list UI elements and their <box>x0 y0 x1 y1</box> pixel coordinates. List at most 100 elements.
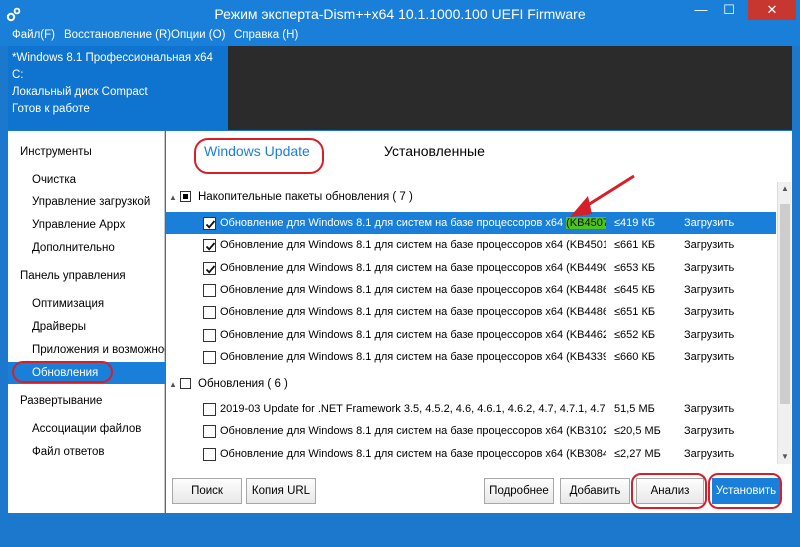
row-checkbox[interactable] <box>203 283 216 297</box>
row-checkbox[interactable] <box>203 261 216 275</box>
menu-options[interactable]: Опции (O) <box>171 29 225 41</box>
update-row[interactable]: Обновление для Windows 8.1 для систем на… <box>166 279 776 301</box>
menu-help[interactable]: Справка (H) <box>234 29 298 41</box>
sidebar-item-boot-manager[interactable]: Управление загрузкой <box>8 191 165 213</box>
collapse-icon[interactable]: ▲ <box>169 380 177 389</box>
disk-name: Локальный диск Compact <box>12 86 148 98</box>
update-row[interactable]: Обновление для Windows 8.1 для систем на… <box>166 346 776 368</box>
close-button[interactable]: ✕ <box>748 0 796 20</box>
image-info-panel[interactable]: *Windows 8.1 Профессиональная x64 C: Лок… <box>8 46 228 130</box>
update-size: ≤645 КБ <box>614 283 656 296</box>
download-link[interactable]: Загрузить <box>684 346 734 368</box>
update-title: 2019-03 Update for .NET Framework 3.5, 4… <box>220 403 606 415</box>
search-button[interactable]: Поиск <box>172 478 242 504</box>
update-row[interactable]: Обновление для Windows 8.1 для систем на… <box>166 301 776 323</box>
download-link[interactable]: Загрузить <box>684 324 734 346</box>
details-button[interactable]: Подробнее <box>484 478 554 504</box>
scroll-up-icon[interactable]: ▲ <box>778 182 792 196</box>
update-name: Обновление для Windows 8.1 для систем на… <box>220 257 606 279</box>
sidebar-item-answer-file[interactable]: Файл ответов <box>8 441 165 463</box>
update-size: ≤2,27 МБ <box>614 447 661 460</box>
scroll-thumb[interactable] <box>780 204 790 404</box>
update-name: Обновление для Windows 8.1 для систем на… <box>220 279 606 301</box>
annotation-highlight-analyze <box>631 473 707 509</box>
menu-file[interactable]: Файл(F) <box>12 29 55 41</box>
check-icon <box>205 265 216 274</box>
row-checkbox[interactable] <box>203 217 216 230</box>
download-link[interactable]: Загрузить <box>684 301 734 323</box>
update-size: ≤660 КБ <box>614 350 656 363</box>
update-title: Обновление для Windows 8.1 для систем на… <box>220 306 606 319</box>
update-size: ≤20,5 МБ <box>614 425 661 438</box>
minimize-button[interactable]: — <box>688 0 714 20</box>
update-title: Обновление для Windows 8.1 для систем на… <box>220 283 606 296</box>
update-row[interactable]: 2019-03 Update for .NET Framework 3.5, 4… <box>166 398 776 420</box>
copy-url-button[interactable]: Копия URL <box>246 478 316 504</box>
session-area <box>228 46 792 130</box>
update-row[interactable]: Обновление для Windows 8.1 для систем на… <box>166 212 776 234</box>
annotation-highlight-install <box>708 473 782 509</box>
download-link[interactable]: Загрузить <box>684 212 734 234</box>
annotation-highlight-updates <box>12 361 113 383</box>
os-name: *Windows 8.1 Профессиональная x64 <box>12 52 213 64</box>
collapse-icon[interactable]: ▲ <box>169 193 177 202</box>
group-checkbox[interactable] <box>180 378 191 389</box>
sidebar-item-optimization[interactable]: Оптимизация <box>8 293 165 315</box>
update-title: Обновление для Windows 8.1 для систем на… <box>220 328 606 341</box>
download-link[interactable]: Загрузить <box>684 420 734 442</box>
update-size: ≤652 КБ <box>614 328 656 341</box>
check-icon <box>205 220 216 229</box>
sidebar-section-tools: Инструменты <box>20 146 92 158</box>
menu-bar: Файл(F) Восстановление (R) Опции (O) Спр… <box>0 28 800 46</box>
group-label: Накопительные пакеты обновления ( 7 ) <box>198 191 413 203</box>
update-title: Обновление для Windows 8.1 для систем на… <box>220 447 606 460</box>
update-name: Обновление для Windows 8.1 для систем на… <box>220 443 606 465</box>
annotation-highlight-windows-update <box>194 138 324 174</box>
download-link[interactable]: Загрузить <box>684 443 734 465</box>
window-title: Режим эксперта-Dism++x64 10.1.1000.100 U… <box>214 6 586 22</box>
menu-recovery[interactable]: Восстановление (R) <box>64 29 171 41</box>
sidebar-section-deployment: Развертывание <box>20 395 103 407</box>
update-row[interactable]: Обновление для Windows 8.1 для систем на… <box>166 234 776 256</box>
sidebar-item-file-associations[interactable]: Ассоциации файлов <box>8 418 165 440</box>
row-checkbox[interactable] <box>203 239 216 253</box>
update-row[interactable]: Обновление для Windows 8.1 для систем на… <box>166 324 776 346</box>
update-size: ≤661 КБ <box>614 239 656 252</box>
group-checkbox[interactable] <box>180 191 191 202</box>
download-link[interactable]: Загрузить <box>684 257 734 279</box>
sidebar-item-advanced[interactable]: Дополнительно <box>8 237 165 259</box>
status-bar <box>0 513 800 547</box>
tab-installed[interactable]: Установленные <box>384 143 485 159</box>
row-checkbox[interactable] <box>203 328 216 342</box>
update-title: Обновление для Windows 8.1 для систем на… <box>220 217 567 229</box>
download-link[interactable]: Загрузить <box>684 234 734 256</box>
status-text: Готов к работе <box>12 103 90 115</box>
scroll-down-icon[interactable]: ▼ <box>778 450 792 464</box>
title-bar: Режим эксперта-Dism++x64 10.1.1000.100 U… <box>0 0 800 28</box>
update-title: Обновление для Windows 8.1 для систем на… <box>220 239 606 252</box>
update-title: Обновление для Windows 8.1 для систем на… <box>220 425 606 438</box>
sidebar-item-drivers[interactable]: Драйверы <box>8 316 165 338</box>
vertical-scrollbar[interactable]: ▲ ▼ <box>777 182 791 464</box>
row-checkbox[interactable] <box>203 350 216 364</box>
sidebar-item-apps-features[interactable]: Приложения и возможности <box>8 339 165 361</box>
group-label: Обновления ( 6 ) <box>198 378 288 390</box>
drive-letter: C: <box>12 69 24 81</box>
add-button[interactable]: Добавить <box>560 478 630 504</box>
maximize-button[interactable]: ☐ <box>716 0 742 20</box>
row-checkbox[interactable] <box>203 403 216 416</box>
check-icon <box>205 242 216 251</box>
download-link[interactable]: Загрузить <box>684 398 734 420</box>
update-name: Обновление для Windows 8.1 для систем на… <box>220 324 606 346</box>
update-title: Обновление для Windows 8.1 для систем на… <box>220 350 606 363</box>
sidebar-item-cleanup[interactable]: Очистка <box>8 169 165 191</box>
update-row[interactable]: Обновление для Windows 8.1 для систем на… <box>166 443 776 465</box>
row-checkbox[interactable] <box>203 447 216 461</box>
sidebar-item-appx[interactable]: Управление Appx <box>8 214 165 236</box>
update-row[interactable]: Обновление для Windows 8.1 для систем на… <box>166 257 776 279</box>
update-row[interactable]: Обновление для Windows 8.1 для систем на… <box>166 420 776 442</box>
download-link[interactable]: Загрузить <box>684 279 734 301</box>
row-checkbox[interactable] <box>203 425 216 439</box>
update-name: Обновление для Windows 8.1 для систем на… <box>220 420 606 442</box>
row-checkbox[interactable] <box>203 306 216 320</box>
